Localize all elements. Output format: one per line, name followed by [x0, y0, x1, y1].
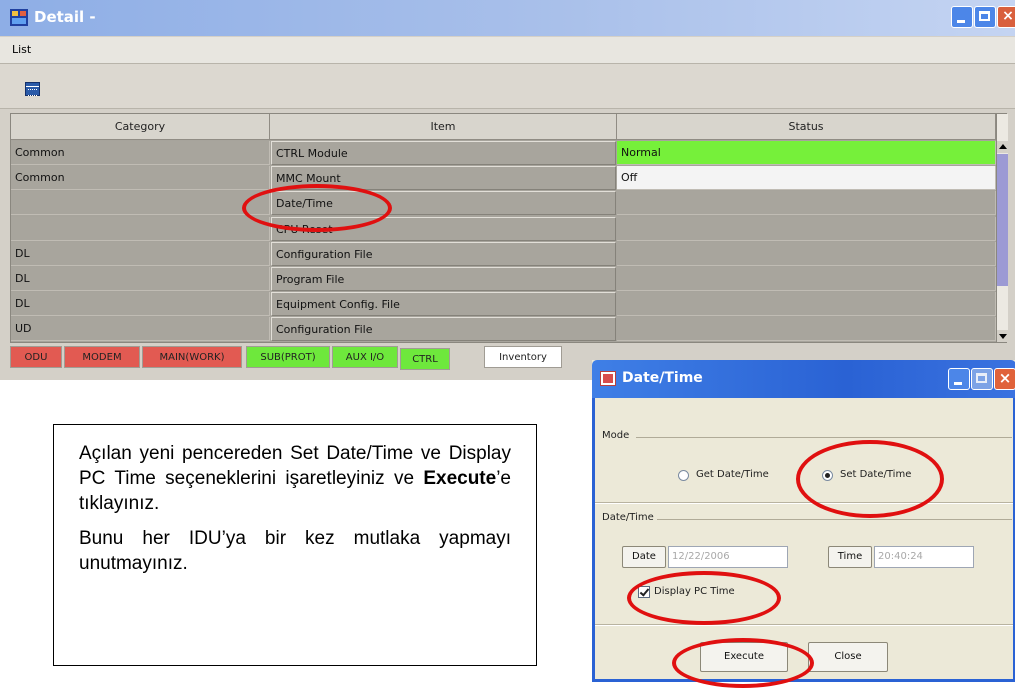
- close-dialog-button[interactable]: Close: [808, 642, 888, 672]
- close-button[interactable]: ×: [997, 6, 1015, 28]
- date-button[interactable]: Date: [622, 546, 666, 568]
- get-datetime-label[interactable]: Get Date/Time: [696, 469, 769, 480]
- column-header-status[interactable]: Status: [617, 114, 996, 140]
- get-datetime-radio[interactable]: [678, 470, 689, 481]
- menubar: List: [0, 37, 1015, 64]
- dialog-close-button[interactable]: ×: [994, 368, 1015, 390]
- dialog-maximize-button[interactable]: [971, 368, 993, 390]
- table-cell-item[interactable]: Program File: [271, 267, 616, 291]
- table-cell-category[interactable]: DL: [11, 267, 270, 291]
- app-icon: [10, 9, 28, 26]
- toolbar: [0, 64, 1015, 109]
- tab-modem[interactable]: MODEM: [64, 346, 140, 368]
- table-cell-category[interactable]: [11, 216, 270, 241]
- table-cell-category[interactable]: [11, 191, 270, 216]
- calendar-icon: [600, 371, 616, 386]
- highlight-display-pc-time: [627, 571, 781, 625]
- table-cell-category[interactable]: DL: [11, 241, 270, 266]
- table-cell-category[interactable]: UD: [11, 317, 270, 342]
- tab-inventory[interactable]: Inventory: [484, 346, 562, 368]
- table-cell-status[interactable]: [617, 267, 996, 291]
- table-cell-status[interactable]: [617, 241, 996, 266]
- table-cell-item[interactable]: CTRL Module: [271, 141, 616, 165]
- time-field[interactable]: 20:40:24: [874, 546, 974, 568]
- table-cell-status[interactable]: [617, 191, 996, 216]
- tab-main-work[interactable]: MAIN(WORK): [142, 346, 242, 368]
- window-titlebar[interactable]: Detail - ×: [0, 0, 1015, 36]
- tab-sub-prot[interactable]: SUB(PROT): [246, 346, 330, 368]
- detail-table: Category Item Status Common CTRL Module No…: [10, 113, 1008, 343]
- date-field[interactable]: 12/22/2006: [668, 546, 788, 568]
- menu-item-list[interactable]: List: [12, 43, 31, 56]
- datetime-dialog: Date/Time × Mode Get Date/Time Set Date/…: [592, 360, 1015, 682]
- tab-aux-io[interactable]: AUX I/O: [332, 346, 398, 368]
- table-cell-status[interactable]: [617, 317, 996, 342]
- table-cell-status[interactable]: Normal: [617, 141, 996, 165]
- note-paragraph-1: Açılan yeni pencereden Set Date/Time ve …: [79, 443, 511, 514]
- note-paragraph-2: Bunu her IDU’ya bir kez mutlaka yapmayı …: [79, 528, 511, 574]
- scroll-thumb[interactable]: [997, 154, 1008, 286]
- tab-odu[interactable]: ODU: [10, 346, 62, 368]
- dialog-frame: [592, 398, 1015, 682]
- dialog-separator: [595, 502, 1013, 504]
- mode-group-border: [636, 437, 1012, 438]
- mode-group-label: Mode: [602, 430, 633, 441]
- table-cell-category[interactable]: Common: [11, 141, 270, 165]
- highlight-execute: [672, 638, 814, 688]
- time-button[interactable]: Time: [828, 546, 872, 568]
- note-execute-bold: Execute: [423, 468, 497, 489]
- vertical-scrollbar[interactable]: [996, 114, 1008, 342]
- table-cell-status[interactable]: Off: [617, 166, 996, 191]
- table-cell-category[interactable]: DL: [11, 292, 270, 317]
- maximize-button[interactable]: [974, 6, 996, 28]
- dialog-separator-bottom: [595, 624, 1013, 626]
- dialog-minimize-button[interactable]: [948, 368, 970, 390]
- table-cell-status[interactable]: [617, 292, 996, 317]
- window-title: Detail -: [34, 8, 96, 26]
- scroll-up-arrow-icon[interactable]: [997, 141, 1008, 153]
- datetime-group-label: Date/Time: [602, 512, 657, 523]
- table-cell-status[interactable]: [617, 216, 996, 241]
- table-cell-item[interactable]: Configuration File: [271, 241, 616, 266]
- table-cell-item[interactable]: Configuration File: [271, 317, 616, 342]
- dialog-titlebar[interactable]: Date/Time ×: [592, 360, 1015, 398]
- instruction-note: Açılan yeni pencereden Set Date/Time ve …: [53, 424, 537, 666]
- tab-ctrl[interactable]: CTRL: [400, 348, 450, 370]
- scroll-down-arrow-icon[interactable]: [997, 330, 1008, 342]
- table-cell-item[interactable]: Equipment Config. File: [271, 292, 616, 317]
- dialog-title: Date/Time: [622, 370, 703, 386]
- column-header-item[interactable]: Item: [270, 114, 617, 140]
- detail-window: Detail - × List Category Item Status Com…: [0, 0, 1015, 380]
- highlight-datetime-item: [242, 184, 392, 232]
- table-cell-category[interactable]: Common: [11, 166, 270, 191]
- minimize-button[interactable]: [951, 6, 973, 28]
- column-header-category[interactable]: Category: [11, 114, 270, 140]
- table-view-icon[interactable]: [25, 82, 40, 96]
- datetime-group-border: [656, 519, 1012, 520]
- highlight-set-datetime: [796, 440, 944, 518]
